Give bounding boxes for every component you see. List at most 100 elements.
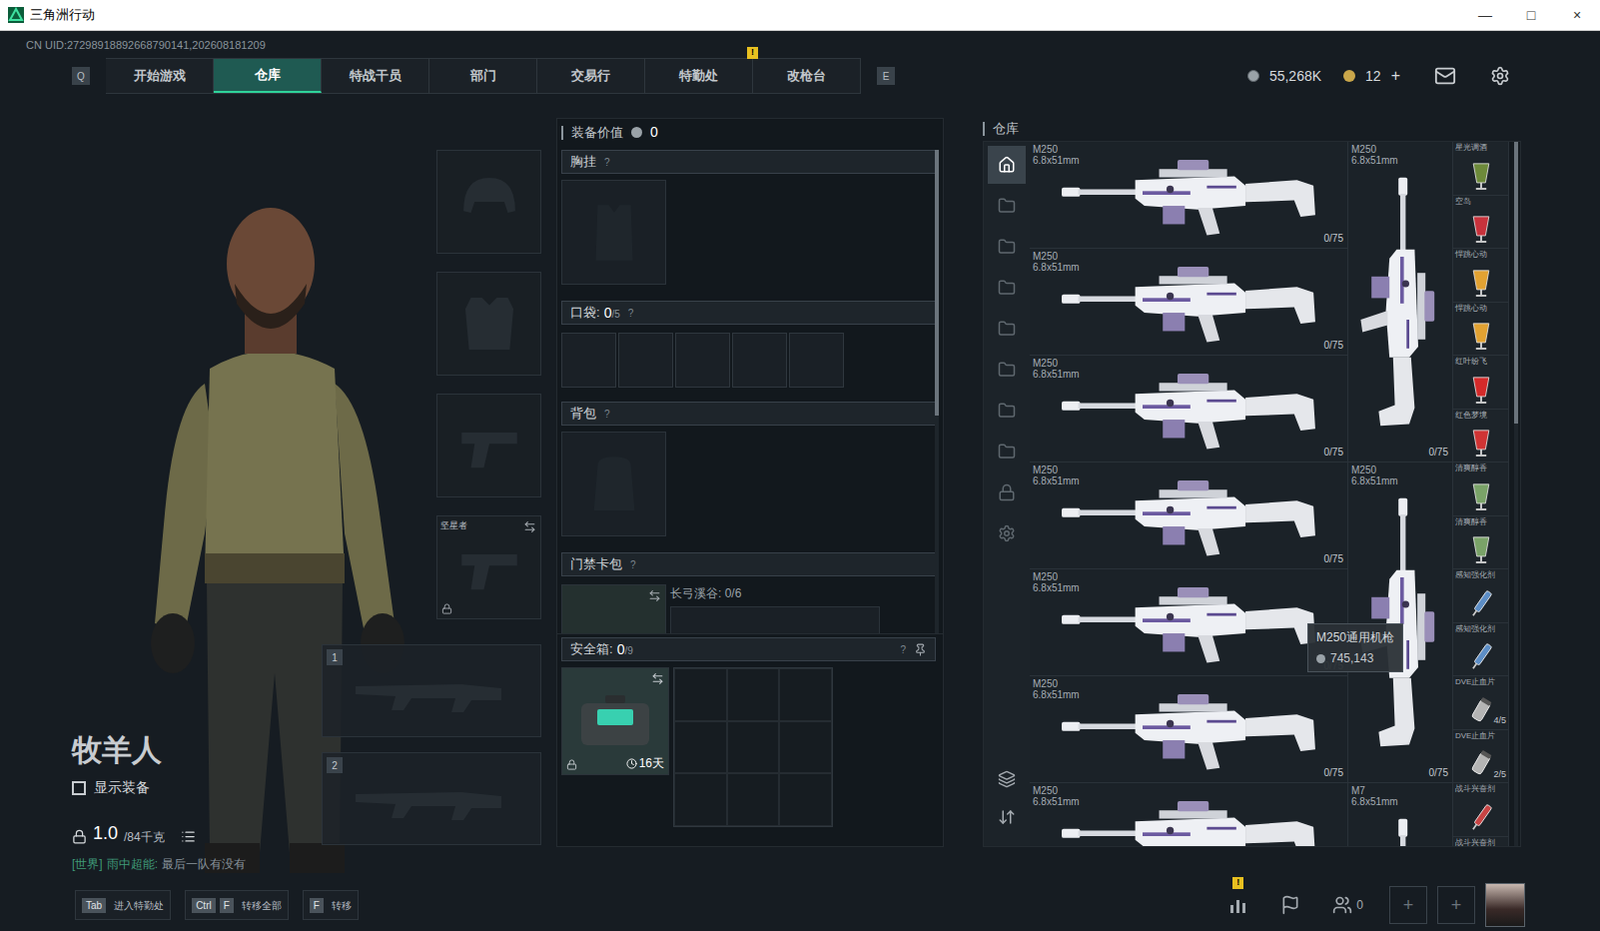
sidebar-item[interactable] xyxy=(987,350,1026,389)
sidebar-item[interactable] xyxy=(987,514,1026,553)
prev-key[interactable]: Q xyxy=(71,66,90,85)
warehouse-item[interactable]: M2506.8x51mm0/75 xyxy=(1029,355,1349,463)
warehouse-item[interactable]: 清爽醇香 xyxy=(1453,462,1510,517)
list-icon[interactable] xyxy=(180,828,196,844)
party-slot[interactable]: + xyxy=(1437,885,1476,924)
warehouse-item[interactable]: M2506.8x51mm0/75 xyxy=(1029,248,1349,356)
add-token-button[interactable]: + xyxy=(1391,63,1401,88)
nav-tab[interactable]: 交易行 xyxy=(537,58,646,93)
stats-icon[interactable] xyxy=(1228,894,1249,915)
gear-icon[interactable] xyxy=(1490,65,1511,86)
swap-icon[interactable] xyxy=(523,520,537,534)
pocket-slot[interactable] xyxy=(618,332,674,388)
nav-tab[interactable]: 仓库 xyxy=(213,58,322,93)
pocket-slot[interactable] xyxy=(675,332,731,388)
warehouse-item[interactable]: 清爽醇香 xyxy=(1453,516,1510,571)
keycard-case[interactable] xyxy=(561,584,667,634)
sidebar-item[interactable] xyxy=(987,227,1026,266)
friends-button[interactable]: 0 xyxy=(1332,894,1364,915)
nav-tab[interactable]: 特勤处! xyxy=(645,58,754,93)
window-control[interactable]: × xyxy=(1554,4,1600,26)
warehouse-item[interactable]: 红叶纷飞 xyxy=(1453,355,1510,410)
warehouse-item[interactable]: 战斗兴奋剂 xyxy=(1453,836,1510,847)
next-key[interactable]: E xyxy=(876,66,895,85)
sidebar-item[interactable] xyxy=(987,186,1026,225)
warehouse-item[interactable]: 悍跳心动 xyxy=(1453,302,1510,357)
warehouse-item[interactable]: M2506.8x51mm xyxy=(1029,783,1349,846)
armor-slot[interactable] xyxy=(436,271,542,376)
pocket-slot[interactable] xyxy=(789,332,844,388)
warehouse-scrollbar[interactable] xyxy=(1514,141,1519,846)
warehouse-item[interactable]: 战斗兴奋剂 xyxy=(1453,783,1510,837)
window-control[interactable]: — xyxy=(1462,4,1509,26)
warehouse-item[interactable]: 红色梦境 xyxy=(1453,409,1510,464)
swap-icon[interactable] xyxy=(651,672,665,686)
checkbox-box[interactable] xyxy=(71,781,86,796)
key-hint[interactable]: CtrlF转移全部 xyxy=(184,889,289,920)
safe-box-cell[interactable] xyxy=(727,721,781,775)
safe-box-section: 安全箱:0/9?16天 xyxy=(557,633,943,846)
sidebar-item[interactable] xyxy=(987,145,1026,184)
warehouse-item[interactable]: M2506.8x51mm0/75 xyxy=(1029,676,1349,784)
nav-tab[interactable]: 改枪台 xyxy=(753,58,861,93)
drink-icon xyxy=(1468,480,1495,513)
loadout-value: 装备价值0 xyxy=(557,118,943,146)
warehouse-item[interactable]: M2506.8x51mm0/75 xyxy=(1348,141,1454,463)
pin-icon[interactable] xyxy=(913,643,927,657)
item-tooltip: M250通用机枪745,143 xyxy=(1307,623,1404,673)
coin-icon xyxy=(1316,654,1326,664)
sidebar-tool[interactable] xyxy=(987,760,1026,799)
sidebar-item[interactable] xyxy=(987,391,1026,430)
flag-icon[interactable] xyxy=(1280,894,1301,915)
pocket-slot[interactable] xyxy=(561,332,617,388)
warehouse-item[interactable]: M76.8x51mm xyxy=(1348,783,1454,846)
sidebar-item[interactable] xyxy=(987,268,1026,307)
warehouse-item[interactable]: DVE止血片2/5 xyxy=(1453,730,1510,785)
nav-tab[interactable]: 部门 xyxy=(429,58,538,93)
warehouse-item[interactable]: 感知强化剂 xyxy=(1453,569,1510,624)
loadout-scrollbar[interactable] xyxy=(934,149,939,634)
weapon-slot[interactable]: 1 xyxy=(321,644,542,738)
key-hint[interactable]: Tab进入特勤处 xyxy=(74,889,171,920)
sidebar-item[interactable] xyxy=(987,473,1026,512)
warehouse-item[interactable]: M2506.8x51mm0/75 xyxy=(1029,569,1349,677)
backpack-slot[interactable] xyxy=(561,431,667,537)
safe-box-cell[interactable] xyxy=(779,773,832,826)
warehouse-item[interactable]: 星光调酒 xyxy=(1453,141,1510,196)
safe-box-case[interactable]: 16天 xyxy=(561,667,670,776)
window-control[interactable]: □ xyxy=(1508,4,1555,26)
warehouse-item[interactable]: DVE止血片4/5 xyxy=(1453,676,1510,731)
party-slot[interactable]: + xyxy=(1389,885,1428,924)
warehouse-item[interactable]: 感知强化剂 xyxy=(1453,623,1510,678)
player-avatar[interactable] xyxy=(1485,882,1526,927)
safe-box-cell[interactable] xyxy=(779,721,832,775)
safe-box-cell[interactable] xyxy=(727,773,781,826)
pocket-slot[interactable] xyxy=(732,332,788,388)
show-gear-checkbox[interactable]: 显示装备 xyxy=(71,777,246,799)
safe-box-cell[interactable] xyxy=(674,773,728,826)
helmet-slot[interactable] xyxy=(436,149,542,254)
slot-number: 1 xyxy=(326,649,343,666)
warehouse-item[interactable]: 空岛 xyxy=(1453,195,1510,250)
warehouse-item[interactable]: M2506.8x51mm0/75 xyxy=(1029,141,1349,249)
nav-tab[interactable]: 特战干员 xyxy=(321,58,430,93)
melee-slot[interactable]: 坚星者 xyxy=(436,515,542,620)
warehouse-panel: 仓库M2506.8x51mm0/75M2506.8x51mm0/75M2506.… xyxy=(982,117,1522,847)
safe-box-cell[interactable] xyxy=(674,668,728,722)
chest-rig-slot[interactable] xyxy=(561,179,667,285)
pistol-slot[interactable] xyxy=(436,393,542,498)
sidebar-tool[interactable] xyxy=(987,798,1026,836)
key-hint[interactable]: F转移 xyxy=(302,889,359,920)
swap-icon[interactable] xyxy=(648,589,662,603)
nav-tab[interactable]: 开始游戏 xyxy=(105,58,214,93)
safe-box-cell[interactable] xyxy=(727,668,781,722)
safe-box-cell[interactable] xyxy=(674,721,728,775)
mail-icon[interactable] xyxy=(1434,64,1457,87)
sidebar-item[interactable] xyxy=(987,432,1026,471)
warehouse-item[interactable]: 悍跳心动 xyxy=(1453,248,1510,303)
warehouse-item[interactable]: M2506.8x51mm0/75 xyxy=(1029,462,1349,570)
sidebar-item[interactable] xyxy=(987,309,1026,348)
safe-box-cell[interactable] xyxy=(779,668,832,722)
machine-gun-icon xyxy=(1048,683,1329,776)
weapon-slot[interactable]: 2 xyxy=(321,752,542,845)
